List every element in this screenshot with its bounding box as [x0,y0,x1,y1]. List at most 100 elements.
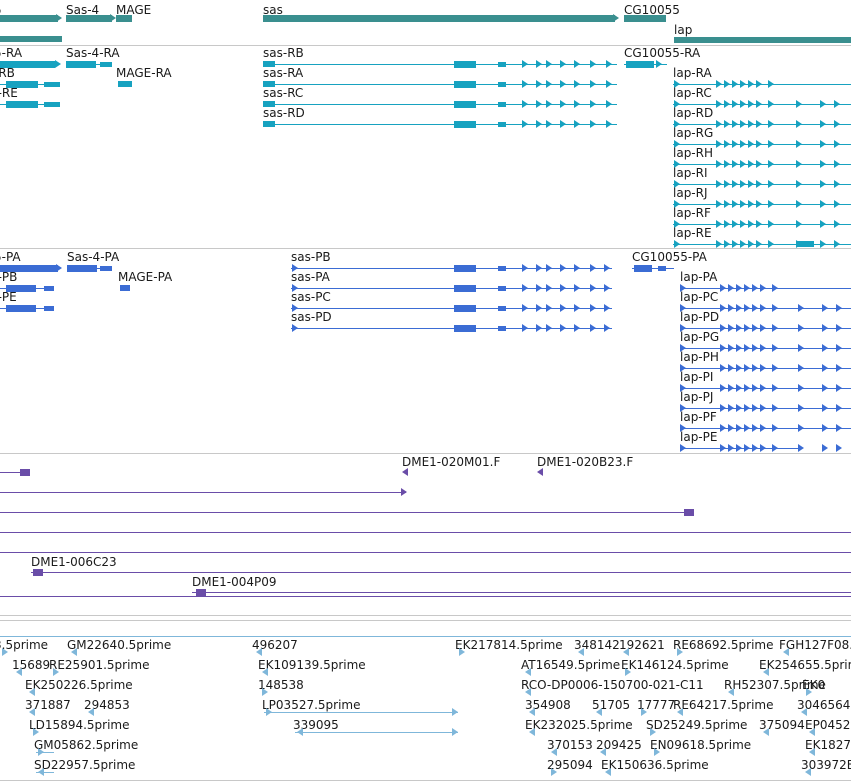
strand-arrow-icon[interactable] [525,688,531,696]
strand-arrow-icon[interactable] [834,220,840,228]
transcript-label[interactable]: CG10055-RA [624,46,700,60]
est-label[interactable]: EK109139.5prime [258,658,366,672]
transcript-label[interactable]: lap-RA [673,66,712,80]
strand-arrow-icon[interactable] [656,60,662,68]
strand-arrow-icon[interactable] [798,324,804,332]
strand-arrow-icon[interactable] [744,444,750,452]
clone-label[interactable]: DME1-004P09 [192,575,277,589]
feature-exon-block[interactable] [44,286,54,291]
strand-arrow-icon[interactable] [834,240,840,248]
feature-exon-block[interactable] [498,82,506,87]
strand-arrow-icon[interactable] [606,60,612,68]
strand-arrow-icon[interactable] [772,304,778,312]
strand-arrow-icon[interactable] [756,220,762,228]
strand-arrow-icon[interactable] [29,688,35,696]
strand-arrow-icon[interactable] [768,220,774,228]
strand-arrow-icon[interactable] [836,324,842,332]
strand-arrow-icon[interactable] [402,468,408,476]
strand-arrow-icon[interactable] [772,384,778,392]
strand-arrow-icon[interactable] [590,264,596,272]
transcript-label[interactable]: sas-RA [263,66,303,80]
strand-arrow-icon[interactable] [262,668,268,676]
strand-arrow-icon[interactable] [822,344,828,352]
strand-arrow-icon[interactable] [834,120,840,128]
feature-intron-line[interactable] [264,712,458,713]
strand-arrow-icon[interactable] [820,220,826,228]
feature-exon-block[interactable] [624,15,666,22]
feature-exon-block[interactable] [66,61,96,68]
feature-exon-block[interactable] [674,37,851,43]
strand-arrow-icon[interactable] [728,404,734,412]
feature-intron-line[interactable] [0,492,406,493]
strand-arrow-icon[interactable] [720,404,726,412]
strand-arrow-icon[interactable] [452,708,458,716]
feature-exon-block[interactable] [100,62,112,67]
feature-exon-block[interactable] [120,285,130,291]
strand-arrow-icon[interactable] [604,304,610,312]
strand-arrow-icon[interactable] [796,200,802,208]
est-label[interactable]: LD15894.5prime [29,718,130,732]
strand-arrow-icon[interactable] [822,304,828,312]
strand-arrow-icon[interactable] [574,100,580,108]
strand-arrow-icon[interactable] [724,80,730,88]
strand-arrow-icon[interactable] [574,284,580,292]
transcript-label[interactable]: lap-RF [673,206,711,220]
strand-arrow-icon[interactable] [728,324,734,332]
strand-arrow-icon[interactable] [732,160,738,168]
est-label[interactable]: EK150636.5prime [601,758,709,772]
transcript-label[interactable]: lap-RD [673,106,713,120]
est-label[interactable]: RE68692.5prime [673,638,774,652]
strand-arrow-icon[interactable] [768,160,774,168]
est-label[interactable]: AT16549.5prime [521,658,620,672]
strand-arrow-icon[interactable] [772,424,778,432]
strand-arrow-icon[interactable] [728,384,734,392]
strand-arrow-icon[interactable] [724,220,730,228]
strand-arrow-icon[interactable] [536,120,542,128]
transcript-label[interactable]: lap-RG [673,126,713,140]
feature-intron-line[interactable] [0,636,851,637]
strand-arrow-icon[interactable] [529,728,535,736]
strand-arrow-icon[interactable] [732,140,738,148]
strand-arrow-icon[interactable] [604,264,610,272]
feature-intron-line[interactable] [36,752,54,753]
strand-arrow-icon[interactable] [796,220,802,228]
est-label[interactable]: SD25249.5prime [646,718,747,732]
strand-arrow-icon[interactable] [732,220,738,228]
strand-arrow-icon[interactable] [728,444,734,452]
strand-arrow-icon[interactable] [836,364,842,372]
strand-arrow-icon[interactable] [590,284,596,292]
strand-arrow-icon[interactable] [546,60,552,68]
strand-arrow-icon[interactable] [262,688,268,696]
strand-arrow-icon[interactable] [522,284,528,292]
strand-arrow-icon[interactable] [744,344,750,352]
strand-arrow-icon[interactable] [551,768,557,776]
strand-arrow-icon[interactable] [748,140,754,148]
feature-exon-block[interactable] [44,102,60,107]
strand-arrow-icon[interactable] [596,708,602,716]
strand-arrow-icon[interactable] [772,404,778,412]
strand-arrow-icon[interactable] [728,304,734,312]
strand-arrow-icon[interactable] [809,728,815,736]
strand-arrow-icon[interactable] [834,160,840,168]
protein-label[interactable]: lap-PC [680,290,718,304]
protein-label[interactable]: sas-PC [291,290,331,304]
strand-arrow-icon[interactable] [560,304,566,312]
strand-arrow-icon[interactable] [748,100,754,108]
feature-exon-block[interactable] [454,121,476,128]
feature-exon-block[interactable] [626,61,654,68]
strand-arrow-icon[interactable] [536,264,542,272]
strand-arrow-icon[interactable] [798,404,804,412]
feature-exon-block[interactable] [33,569,43,576]
strand-arrow-icon[interactable] [522,80,528,88]
strand-arrow-icon[interactable] [809,748,815,756]
strand-arrow-icon[interactable] [606,100,612,108]
feature-intron-line[interactable] [36,772,54,773]
protein-label[interactable]: lap-PD [680,310,719,324]
strand-arrow-icon[interactable] [720,324,726,332]
strand-arrow-icon[interactable] [551,748,557,756]
transcript-label[interactable]: sas-RB [263,46,304,60]
strand-arrow-icon[interactable] [256,648,262,656]
strand-arrow-icon[interactable] [796,100,802,108]
transcript-label[interactable]: lap-RI [673,166,708,180]
strand-arrow-icon[interactable] [801,708,807,716]
